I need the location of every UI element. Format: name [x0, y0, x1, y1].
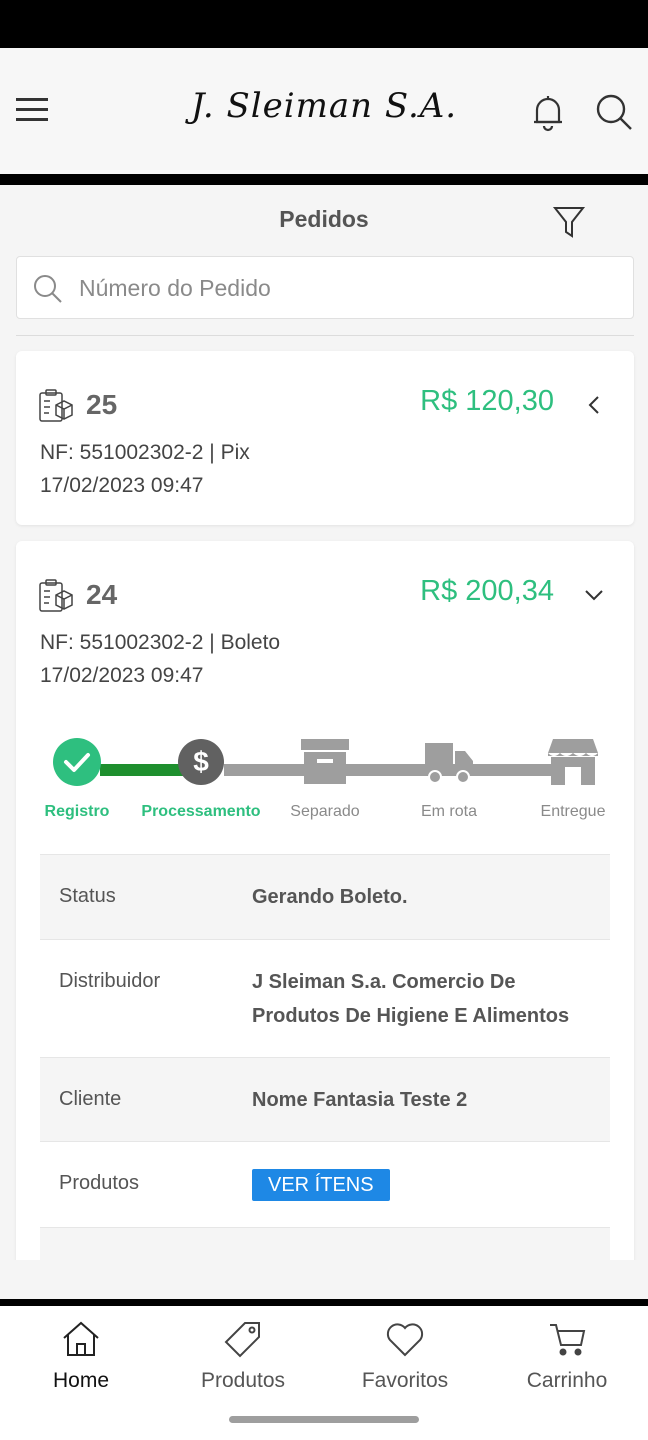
header-divider [0, 174, 648, 185]
nav-label: Favoritos [361, 1369, 449, 1392]
truck-icon [423, 737, 475, 787]
search-icon[interactable] [594, 92, 634, 132]
nav-produtos[interactable]: Produtos [162, 1320, 324, 1392]
nav-label: Produtos [200, 1369, 286, 1392]
order-date: 17/02/2023 09:47 [40, 664, 204, 687]
detail-row-distributor: Distribuidor J Sleiman S.a. Comercio De … [40, 940, 610, 1058]
order-details-table: Status Gerando Boleto. Distribuidor J Sl… [40, 854, 610, 1288]
tag-icon [224, 1322, 260, 1358]
search-icon [34, 275, 62, 303]
step-entregue: Entregue [511, 737, 635, 821]
detail-row-products: Produtos VER ÍTENS [40, 1142, 610, 1228]
order-number-input[interactable] [79, 265, 619, 311]
footer-divider [0, 1299, 648, 1306]
order-card-expanded: 24 R$ 200,34 NF: 551002302-2 | Boleto 17… [16, 541, 634, 1301]
dollar-icon: $ [175, 737, 227, 787]
order-number: 25 [86, 389, 118, 420]
detail-label: Status [59, 885, 116, 907]
order-card[interactable]: 25 R$ 120,30 NF: 551002302-2 | Pix 17/02… [16, 351, 634, 525]
nav-label: Carrinho [526, 1369, 608, 1392]
step-label: Entregue [540, 803, 606, 820]
svg-text:$: $ [193, 746, 209, 777]
step-label: Em rota [420, 803, 477, 820]
filter-icon[interactable] [552, 204, 586, 240]
status-bar [0, 0, 648, 48]
step-registro: Registro [15, 737, 139, 821]
status-value: Gerando Boleto. [252, 886, 408, 908]
nav-favoritos[interactable]: Favoritos [324, 1320, 486, 1392]
detail-row-client: Cliente Nome Fantasia Teste 2 [40, 1058, 610, 1142]
detail-row-status: Status Gerando Boleto. [40, 855, 610, 940]
heart-icon [386, 1323, 424, 1357]
store-icon [547, 737, 599, 787]
step-label: Processamento [141, 803, 261, 820]
order-date: 17/02/2023 09:47 [40, 474, 204, 497]
nav-home[interactable]: Home [0, 1320, 162, 1392]
section-divider [16, 335, 634, 336]
home-indicator[interactable] [229, 1416, 419, 1423]
order-nf-payment: NF: 551002302-2 | Boleto [40, 631, 281, 654]
bell-icon[interactable] [530, 92, 566, 132]
step-label: Registro [44, 803, 110, 820]
step-processamento: $ Processamento [139, 737, 263, 821]
order-search [16, 256, 634, 319]
app-header: J. Sleiman S.A. [0, 48, 648, 174]
step-label: Separado [290, 803, 360, 820]
order-clipboard-icon [39, 389, 73, 422]
detail-label: Cliente [59, 1088, 122, 1110]
order-clipboard-icon [39, 579, 73, 612]
distributor-value: J Sleiman S.a. Comercio De Produtos De H… [252, 971, 570, 1027]
check-icon [51, 737, 103, 787]
detail-label: Produtos [59, 1172, 140, 1194]
detail-label: Distribuidor [59, 970, 161, 992]
step-em-rota: Em rota [387, 737, 511, 821]
box-icon [299, 737, 351, 787]
nav-carrinho[interactable]: Carrinho [486, 1320, 648, 1392]
order-total: R$ 120,30 [420, 385, 554, 417]
order-total: R$ 200,34 [420, 575, 554, 607]
chevron-left-icon[interactable] [574, 385, 614, 425]
view-items-button[interactable]: VER ÍTENS [252, 1169, 390, 1201]
chevron-down-icon[interactable] [574, 575, 614, 615]
content-fade [0, 1260, 648, 1300]
nav-label: Home [52, 1369, 110, 1392]
page-title: Pedidos [279, 206, 369, 232]
home-icon [63, 1321, 99, 1356]
order-progress-tracker: Registro $ Processamento Separado Em rot… [40, 737, 610, 827]
client-value: Nome Fantasia Teste 2 [252, 1089, 468, 1111]
order-number: 24 [86, 579, 118, 610]
cart-icon [550, 1324, 586, 1356]
order-nf-payment: NF: 551002302-2 | Pix [40, 441, 250, 464]
step-separado: Separado [263, 737, 387, 821]
